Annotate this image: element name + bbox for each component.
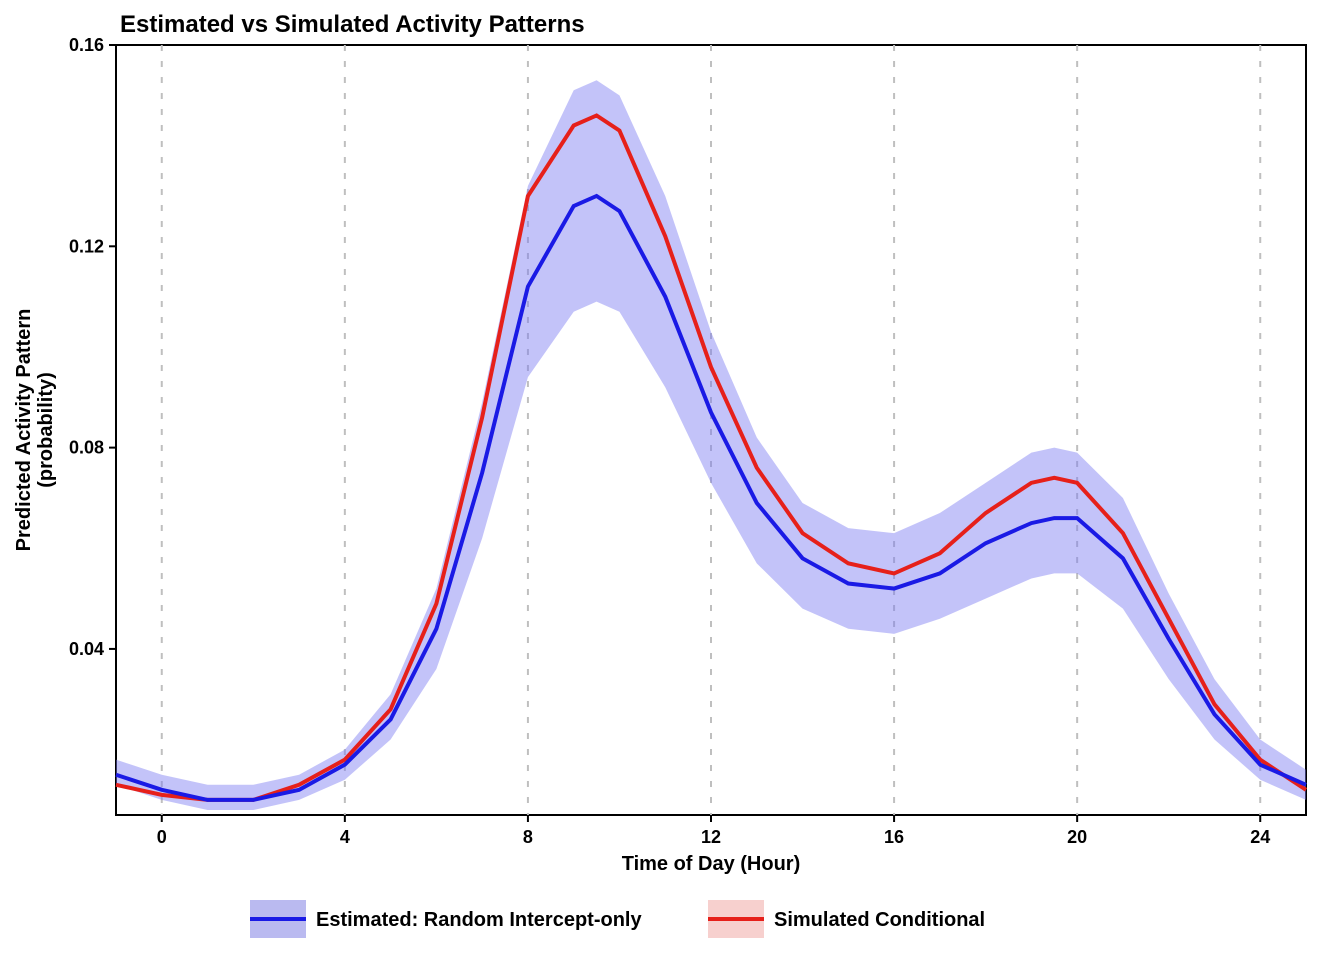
x-axis: 0 4 8 12 16 20 24: [157, 815, 1270, 847]
svg-text:0.12: 0.12: [69, 236, 104, 256]
svg-text:0.16: 0.16: [69, 35, 104, 55]
svg-text:Predicted Activity Pattern: Predicted Activity Pattern: [13, 309, 35, 552]
svg-text:0: 0: [157, 827, 167, 847]
x-axis-label: Time of Day (Hour): [622, 853, 801, 875]
svg-text:Simulated Conditional: Simulated Conditional: [774, 909, 985, 931]
plot-area: [116, 45, 1306, 815]
y-axis-label: Predicted Activity Pattern (probability): [13, 309, 57, 552]
svg-text:16: 16: [884, 827, 904, 847]
svg-text:Estimated: Random Intercept-on: Estimated: Random Intercept-only: [316, 909, 642, 931]
svg-text:8: 8: [523, 827, 533, 847]
svg-text:20: 20: [1067, 827, 1087, 847]
svg-text:4: 4: [340, 827, 350, 847]
legend: Estimated: Random Intercept-only Simulate…: [250, 900, 985, 938]
svg-text:0.08: 0.08: [69, 438, 104, 458]
chart-title: Estimated vs Simulated Activity Patterns: [120, 11, 585, 38]
svg-text:12: 12: [701, 827, 721, 847]
y-axis: 0.04 0.08 0.12 0.16: [69, 35, 116, 659]
svg-text:24: 24: [1250, 827, 1270, 847]
activity-pattern-chart: Estimated vs Simulated Activity Patterns…: [0, 0, 1344, 960]
svg-text:0.04: 0.04: [69, 639, 104, 659]
svg-text:(probability): (probability): [35, 372, 57, 488]
